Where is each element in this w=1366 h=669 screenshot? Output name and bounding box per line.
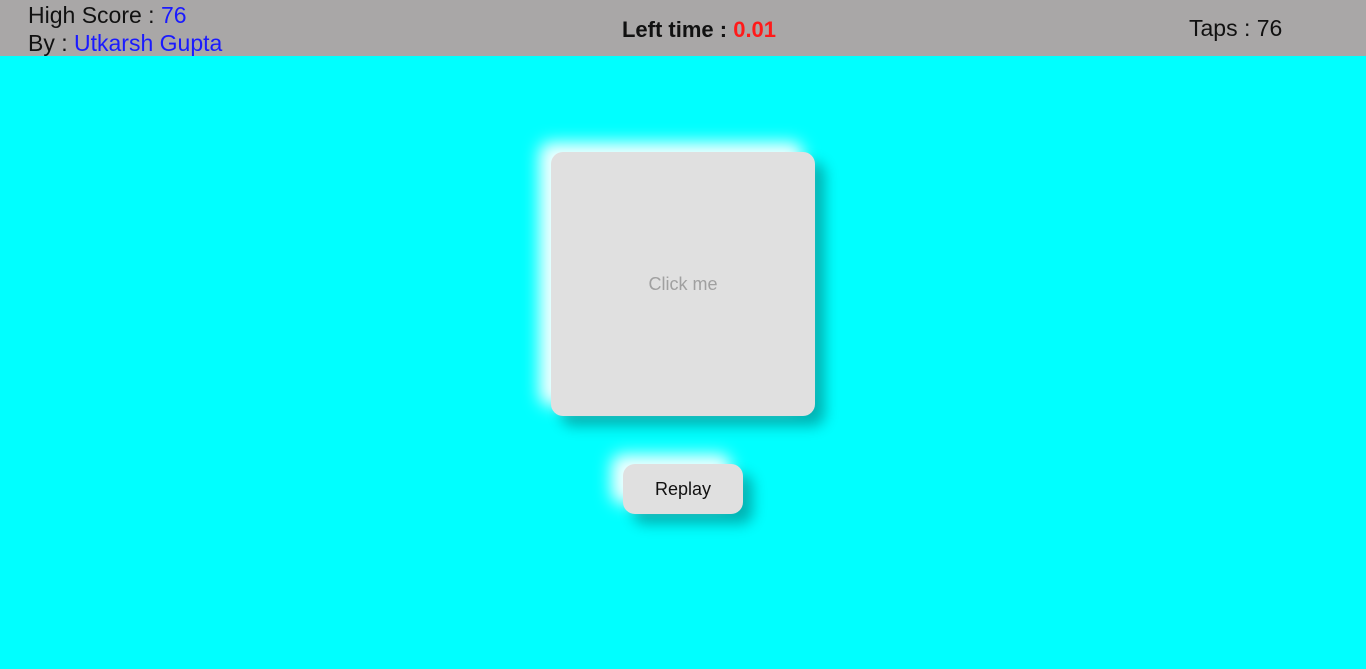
taps-value: 76: [1256, 15, 1283, 41]
tap-box-label: Click me: [648, 273, 718, 294]
taps-label: Taps :: [1189, 15, 1257, 41]
left-time-label: Left time :: [621, 17, 734, 42]
tap-target-box[interactable]: Click me: [551, 152, 815, 416]
taps-counter: Taps : 76: [1189, 15, 1282, 42]
left-time-display: Left time : 0.01: [0, 17, 1366, 43]
replay-button[interactable]: Replay: [623, 464, 743, 514]
top-bar: High Score : 76 By : Utkarsh Gupta Left …: [0, 0, 1366, 56]
left-time-value: 0.01: [733, 17, 777, 42]
